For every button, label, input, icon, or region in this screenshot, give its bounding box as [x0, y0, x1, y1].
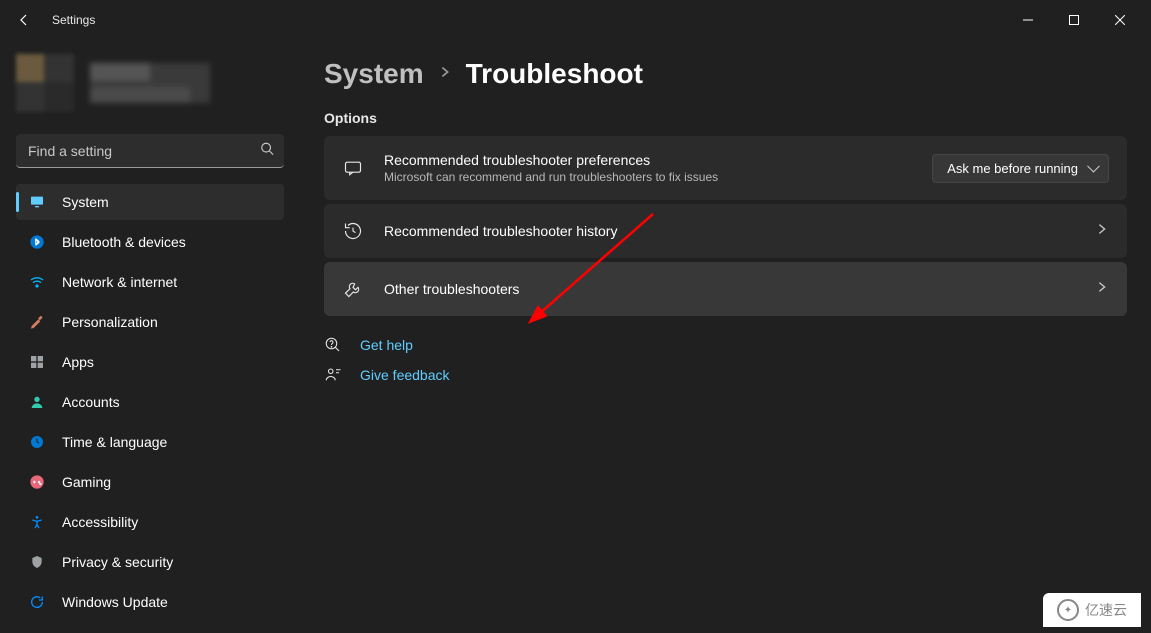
sidebar-item-label: Privacy & security — [62, 554, 173, 570]
bluetooth-icon — [28, 233, 46, 251]
gaming-icon — [28, 473, 46, 491]
maximize-icon — [1069, 15, 1079, 25]
brush-icon — [28, 313, 46, 331]
user-profile[interactable] — [8, 50, 292, 130]
sidebar-item-bluetooth-devices[interactable]: Bluetooth & devices — [16, 224, 284, 260]
apps-icon — [28, 353, 46, 371]
breadcrumb-root[interactable]: System — [324, 58, 424, 90]
card-other-troubleshooters[interactable]: Other troubleshooters — [324, 262, 1127, 316]
card-title: Other troubleshooters — [384, 281, 1075, 297]
search-icon — [260, 142, 274, 161]
prefs-dropdown[interactable]: Ask me before running — [932, 154, 1109, 183]
update-icon — [28, 593, 46, 611]
card-troubleshooter-history[interactable]: Recommended troubleshooter history — [324, 204, 1127, 258]
sidebar-item-network-internet[interactable]: Network & internet — [16, 264, 284, 300]
person-icon — [28, 393, 46, 411]
window-title: Settings — [52, 13, 95, 27]
sidebar-item-label: Accessibility — [62, 514, 138, 530]
maximize-button[interactable] — [1051, 4, 1097, 36]
watermark: ✦ 亿速云 — [1043, 593, 1141, 627]
back-button[interactable] — [8, 4, 40, 36]
wrench-icon — [342, 278, 364, 300]
history-icon — [342, 220, 364, 242]
sidebar-item-label: Time & language — [62, 434, 167, 450]
minimize-icon — [1023, 15, 1033, 25]
feedback-icon — [324, 366, 342, 384]
sidebar-item-accounts[interactable]: Accounts — [16, 384, 284, 420]
card-title: Recommended troubleshooter history — [384, 223, 1075, 239]
shield-icon — [28, 553, 46, 571]
help-icon — [324, 336, 342, 354]
avatar — [16, 54, 74, 112]
search-input[interactable] — [16, 134, 284, 168]
minimize-button[interactable] — [1005, 4, 1051, 36]
sidebar-item-label: Accounts — [62, 394, 120, 410]
card-subtitle: Microsoft can recommend and run troubles… — [384, 170, 912, 184]
card-recommended-prefs[interactable]: Recommended troubleshooter preferences M… — [324, 136, 1127, 200]
wifi-icon — [28, 273, 46, 291]
chevron-right-icon — [1095, 222, 1109, 241]
sidebar-item-accessibility[interactable]: Accessibility — [16, 504, 284, 540]
monitor-icon — [28, 193, 46, 211]
close-icon — [1115, 15, 1125, 25]
sidebar-item-label: Bluetooth & devices — [62, 234, 186, 250]
breadcrumb: System Troubleshoot — [324, 58, 1127, 90]
get-help-link[interactable]: Get help — [324, 336, 1127, 354]
chat-icon — [342, 157, 364, 179]
sidebar-item-label: Network & internet — [62, 274, 177, 290]
feedback-link-label: Give feedback — [360, 367, 450, 383]
sidebar-item-apps[interactable]: Apps — [16, 344, 284, 380]
sidebar-item-label: Apps — [62, 354, 94, 370]
sidebar-item-label: Windows Update — [62, 594, 168, 610]
section-label: Options — [324, 110, 1127, 126]
page-title: Troubleshoot — [466, 58, 643, 90]
card-title: Recommended troubleshooter preferences — [384, 152, 912, 168]
sidebar-item-label: Personalization — [62, 314, 158, 330]
help-link-label: Get help — [360, 337, 413, 353]
arrow-left-icon — [16, 12, 32, 28]
sidebar-item-label: Gaming — [62, 474, 111, 490]
accessibility-icon — [28, 513, 46, 531]
give-feedback-link[interactable]: Give feedback — [324, 366, 1127, 384]
sidebar-item-windows-update[interactable]: Windows Update — [16, 584, 284, 620]
sidebar-item-time-language[interactable]: Time & language — [16, 424, 284, 460]
sidebar-item-gaming[interactable]: Gaming — [16, 464, 284, 500]
clock-icon — [28, 433, 46, 451]
user-name-placeholder — [90, 63, 210, 103]
chevron-right-icon — [438, 65, 452, 84]
sidebar-item-privacy-security[interactable]: Privacy & security — [16, 544, 284, 580]
sidebar-item-label: System — [62, 194, 109, 210]
close-button[interactable] — [1097, 4, 1143, 36]
chevron-right-icon — [1095, 280, 1109, 299]
sidebar-item-system[interactable]: System — [16, 184, 284, 220]
sidebar-item-personalization[interactable]: Personalization — [16, 304, 284, 340]
